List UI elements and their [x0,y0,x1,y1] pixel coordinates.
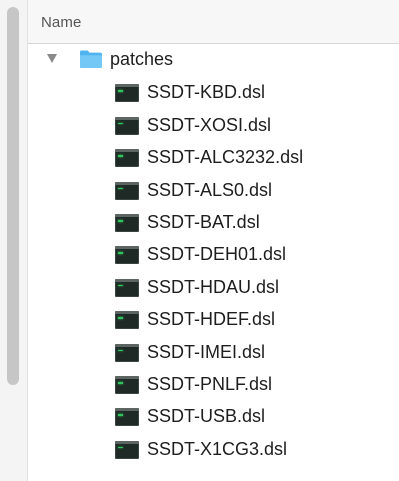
folder-name: patches [110,49,174,69]
folder-icon [80,50,102,68]
file-row[interactable]: SSDT-USB.dsl [28,400,399,432]
file-name: SSDT-IMEI.dsl [147,341,266,362]
file-row[interactable]: SSDT-PNLF.dsl [28,368,399,400]
file-name: SSDT-ALS0.dsl [147,179,273,200]
file-name: SSDT-HDEF.dsl [147,309,276,330]
terminal-file-icon [115,116,139,135]
file-row[interactable]: SSDT-DEH01.dsl [28,238,399,270]
terminal-file-icon [115,246,139,265]
file-row[interactable]: SSDT-ALC3232.dsl [28,141,399,173]
file-name: SSDT-KBD.dsl [147,82,266,103]
disclosure-triangle-icon[interactable] [47,54,57,63]
vertical-scrollbar[interactable] [0,0,28,481]
terminal-file-icon [115,278,139,297]
file-row[interactable]: SSDT-BAT.dsl [28,206,399,238]
file-name: SSDT-PNLF.dsl [147,373,273,394]
terminal-file-icon [115,213,139,232]
file-name: SSDT-BAT.dsl [147,211,260,232]
file-row[interactable]: SSDT-IMEI.dsl [28,336,399,368]
terminal-file-icon [115,440,139,459]
file-row[interactable]: SSDT-KBD.dsl [28,76,399,108]
file-name: SSDT-ALC3232.dsl [147,147,304,168]
file-row[interactable]: SSDT-HDAU.dsl [28,271,399,303]
scrollbar-thumb[interactable] [7,7,19,385]
terminal-file-icon [115,343,139,362]
terminal-file-icon [115,375,139,394]
file-row[interactable]: SSDT-XOSI.dsl [28,109,399,141]
terminal-file-icon [115,408,139,427]
finder-list-view: Name patches SSDT-KBD.dsl SSDT-XOSI.dsl SS… [0,0,399,481]
column-header: Name [28,0,399,44]
file-row[interactable]: SSDT-ALS0.dsl [28,174,399,206]
file-name: SSDT-DEH01.dsl [147,244,287,265]
name-column-header[interactable]: Name [41,14,81,31]
file-name: SSDT-X1CG3.dsl [147,438,288,459]
file-row[interactable]: SSDT-HDEF.dsl [28,303,399,335]
terminal-file-icon [115,181,139,200]
file-name: SSDT-HDAU.dsl [147,276,280,297]
file-row[interactable]: SSDT-X1CG3.dsl [28,433,399,465]
file-name: SSDT-XOSI.dsl [147,114,272,135]
terminal-file-icon [115,84,139,103]
file-name: SSDT-USB.dsl [147,406,266,427]
terminal-file-icon [115,149,139,168]
file-list: patches SSDT-KBD.dsl SSDT-XOSI.dsl SSDT-AL… [28,44,399,465]
folder-row-patches[interactable]: patches [28,44,399,76]
terminal-file-icon [115,311,139,330]
